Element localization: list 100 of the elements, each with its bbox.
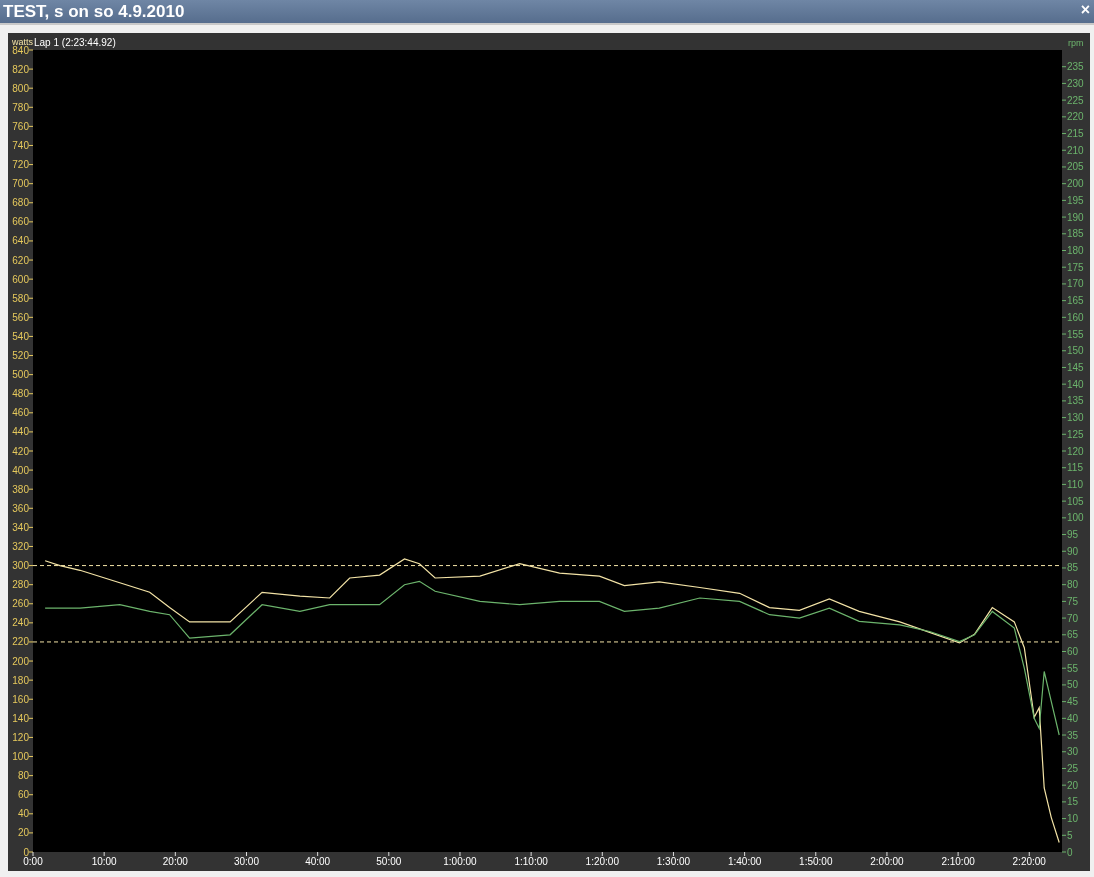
x-axis-tick-label: 1:00:00 — [443, 856, 477, 867]
y2-axis-tick-label: 30 — [1067, 746, 1079, 758]
y-axis-tick-label: 580 — [12, 292, 29, 304]
y-axis-tick-label: 300 — [12, 560, 29, 572]
y2-axis-tick-label: 135 — [1067, 395, 1084, 407]
y2-axis-tick-label: 100 — [1067, 512, 1084, 524]
y2-axis-tick-label: 115 — [1067, 462, 1083, 474]
y-axis-tick-label: 160 — [12, 693, 29, 705]
y2-axis-tick-label: 95 — [1067, 529, 1079, 541]
y2-axis-tick-label: 200 — [1067, 178, 1084, 190]
x-axis-tick-label: 2:10:00 — [941, 856, 975, 867]
y-axis-tick-label: 420 — [12, 445, 29, 457]
y2-axis-tick-label: 160 — [1067, 311, 1084, 323]
y-axis-tick-label: 680 — [12, 197, 29, 209]
y2-axis-tick-label: 195 — [1067, 194, 1084, 206]
y2-axis-tick-label: 130 — [1067, 412, 1084, 424]
y2-axis-tick-label: 235 — [1067, 61, 1084, 73]
axis-label: watts — [12, 37, 33, 47]
y-axis-tick-label: 260 — [12, 598, 29, 610]
y-axis-tick-label: 360 — [12, 502, 29, 514]
x-axis-tick-label: 10:00 — [91, 856, 117, 867]
y-axis-tick-label: 640 — [12, 235, 29, 247]
y2-axis-tick-label: 90 — [1067, 545, 1079, 557]
y-axis-tick-label: 120 — [12, 731, 29, 743]
y2-axis-tick-label: 180 — [1067, 245, 1084, 256]
y2-axis-tick-label: 40 — [1067, 712, 1079, 724]
y-axis-tick-label: 720 — [12, 159, 29, 171]
y-axis-tick-label: 840 — [12, 44, 29, 56]
x-axis-tick-label: 2:00:00 — [870, 856, 904, 867]
y-axis-tick-label: 780 — [12, 101, 29, 113]
y2-axis-tick-label: 230 — [1067, 77, 1084, 89]
y2-axis-tick-label: 50 — [1067, 679, 1079, 691]
y2-axis-tick-label: 25 — [1067, 762, 1079, 774]
y2-axis-tick-label: 15 — [1067, 796, 1079, 808]
x-axis-tick-label: 1:10:00 — [514, 856, 548, 867]
x-axis-tick-label: 30:00 — [233, 856, 259, 867]
axis-label: rpm — [1068, 38, 1084, 48]
y-axis-tick-label: 240 — [12, 617, 29, 629]
y-axis-tick-label: 440 — [12, 426, 29, 438]
y-axis-tick-label: 540 — [12, 330, 29, 342]
y2-axis-tick-label: 20 — [1067, 779, 1079, 791]
y2-axis-tick-label: 75 — [1067, 595, 1079, 607]
y-axis-tick-label: 400 — [12, 464, 29, 476]
window-title: TEST, s on so 4.9.2010 — [2, 1, 185, 23]
y2-axis-tick-label: 140 — [1067, 378, 1084, 390]
y-axis-tick-label: 620 — [12, 254, 29, 266]
y-axis-tick-label: 40 — [17, 808, 29, 820]
y-axis-tick-label: 140 — [12, 712, 29, 724]
y2-axis-tick-label: 185 — [1067, 228, 1084, 240]
y2-axis-tick-label: 205 — [1067, 161, 1084, 173]
close-button[interactable]: × — [1076, 0, 1094, 20]
y2-axis-tick-label: 5 — [1067, 829, 1073, 841]
y-axis-tick-label: 100 — [12, 751, 29, 762]
y2-axis-tick-label: 0 — [1067, 846, 1073, 858]
y2-axis-tick-label: 220 — [1067, 111, 1084, 123]
y2-axis-tick-label: 55 — [1067, 662, 1079, 674]
y-axis-tick-label: 520 — [12, 350, 29, 361]
y-axis-tick-label: 600 — [12, 273, 29, 285]
y-axis-tick-label: 200 — [12, 655, 29, 667]
y-axis-tick-label: 80 — [17, 770, 29, 782]
x-axis-tick-label: 20:00 — [162, 856, 188, 867]
x-axis-tick-label: 1:50:00 — [799, 856, 833, 867]
x-axis-tick-label: 1:40:00 — [727, 856, 762, 867]
y2-axis-tick-label: 190 — [1067, 211, 1084, 223]
y-axis-tick-label: 340 — [12, 521, 29, 533]
y-axis-tick-label: 180 — [12, 674, 29, 686]
y2-axis-tick-label: 10 — [1067, 813, 1079, 825]
y2-axis-tick-label: 105 — [1067, 495, 1084, 507]
y2-axis-tick-label: 155 — [1067, 328, 1084, 340]
y-axis-tick-label: 820 — [12, 63, 29, 75]
y2-axis-tick-label: 65 — [1067, 629, 1079, 641]
y-axis-tick-label: 280 — [12, 579, 29, 591]
chart-title: Lap 1 (2:23:44.92) — [34, 37, 116, 48]
y2-axis-tick-label: 85 — [1067, 562, 1079, 574]
y2-axis-tick-label: 70 — [1067, 612, 1079, 624]
y2-axis-tick-label: 215 — [1067, 128, 1084, 140]
y-axis-tick-label: 660 — [12, 216, 29, 228]
y-axis-tick-label: 800 — [12, 82, 29, 94]
y-axis-tick-label: 220 — [12, 636, 29, 648]
y-axis-tick-label: 760 — [12, 120, 29, 132]
x-axis-tick-label: 1:30:00 — [656, 856, 691, 867]
y2-axis-tick-label: 80 — [1067, 579, 1079, 591]
y-axis-tick-label: 480 — [12, 388, 29, 400]
y2-axis-tick-label: 165 — [1067, 295, 1084, 307]
y-axis-tick-label: 560 — [12, 311, 29, 323]
x-axis-tick-label: 2:20:00 — [1012, 856, 1046, 867]
x-axis-tick-label: 40:00 — [305, 856, 331, 867]
x-axis-tick-label: 1:20:00 — [585, 856, 619, 867]
y-axis-tick-label: 500 — [12, 369, 29, 381]
y2-axis-tick-label: 145 — [1067, 361, 1084, 373]
y2-axis-tick-label: 60 — [1067, 646, 1079, 657]
y-axis-tick-label: 380 — [12, 483, 29, 495]
y2-axis-tick-label: 125 — [1067, 428, 1084, 440]
y-axis-tick-label: 320 — [12, 541, 29, 552]
y2-axis-tick-label: 150 — [1067, 345, 1084, 357]
y-axis-tick-label: 20 — [17, 827, 29, 839]
y2-axis-tick-label: 45 — [1067, 696, 1079, 708]
y-axis-tick-label: 740 — [12, 140, 29, 151]
y-axis-tick-label: 460 — [12, 407, 29, 419]
y2-axis-tick-label: 35 — [1067, 729, 1079, 741]
